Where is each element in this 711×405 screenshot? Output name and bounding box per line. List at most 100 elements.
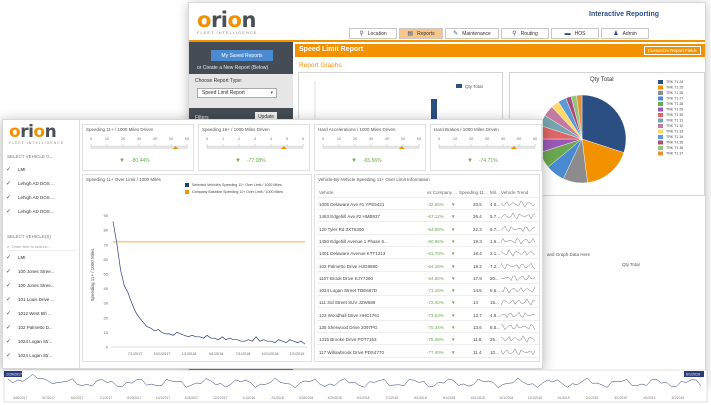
table-row[interactable]: 123 Woodhall Drive HHC1761 -73.53% ▼ 13.7 4.…: [317, 310, 539, 321]
vehicle-group-item[interactable]: ✓ Lehigh AD DOS ...: [6, 193, 76, 202]
vehicle-name: 1024 Logan Street TDE667D: [319, 288, 377, 294]
timeline-tick-label: 11/5/2017: [185, 396, 199, 400]
table-row[interactable]: 135 Sherwood Drive 2097PG -75.34% ▼ 13.6 8.5…: [317, 322, 539, 333]
checkmark-icon: ✓: [6, 339, 12, 345]
nav-maintenance[interactable]: ✎ Maintenance: [445, 28, 499, 39]
timeline-tick-label: 8/1/2018: [414, 396, 427, 400]
speeding-line-card: Speeding 11+ Over Limit / 1000 Miles 0 10…: [82, 174, 312, 362]
timeline-tick-label: 3/18/2018: [299, 396, 313, 400]
vs-company-pct: -71.15%: [427, 288, 444, 294]
miles-value: 25...: [490, 337, 499, 343]
kpi-value: -74.71%: [478, 158, 498, 164]
column-header[interactable]: Vehicle: [319, 190, 334, 195]
vehicle-group-item[interactable]: ✓ LMI: [6, 165, 76, 174]
nav-hos[interactable]: ▬ HOS: [551, 28, 599, 39]
kpi-tick-label: 10: [453, 137, 457, 141]
table-row[interactable]: 1005 Delaware Ave #1 YPE5421 -32.65% ▼ 33.5…: [317, 199, 539, 210]
pie-legend-swatch: [658, 124, 663, 128]
vehicle-item[interactable]: ✓ 1012 West 5th ...: [6, 309, 76, 318]
table-row[interactable]: 120 Tyler Rd 3XT6390 -54.88% ▼ 22.3 5.7...: [317, 224, 539, 235]
vehicle-trend-sparkline: [501, 348, 536, 355]
nav-routing[interactable]: ⚲ Routing: [501, 28, 549, 39]
vehicle-trend-sparkline: [501, 225, 536, 232]
kpi-tick-label: 50: [517, 137, 521, 141]
miles-value: 5.7...: [490, 226, 501, 232]
table-row[interactable]: 111 3rd Street SUV JZW689 -72.40% ▼ 14 15...: [317, 297, 539, 309]
kpi-tick-label: 3: [254, 137, 256, 141]
kpi-card: Hard Brakes / 1000 Miles Driven 0 10 20 30 40…: [430, 124, 542, 171]
kpi-card: Hard Accelerations / 1000 Miles Driven 0 1…: [314, 124, 426, 171]
vehicle-label: 1012 West 5th ...: [18, 311, 52, 316]
vehicle-trend-sparkline: [501, 311, 536, 318]
vehicle-group-item[interactable]: ✓ Lehigh AD DOS ...: [6, 179, 76, 188]
column-header[interactable]: Vehicle Trend: [501, 190, 528, 195]
kpi-gauge: 0 10 20 30 40 50 60: [90, 137, 189, 149]
column-header[interactable]: Mil...: [490, 190, 500, 195]
vs-company-pct: -54.88%: [427, 226, 444, 232]
y-axis-label: Speeding 11+ / 1000 Miles: [90, 248, 95, 302]
column-header[interactable]: Speeding 11...: [459, 190, 488, 195]
nav-location[interactable]: ⚲ Location: [349, 28, 397, 39]
kpi-tick-label: 40: [385, 137, 389, 141]
x-tick-label: 1/1/2019: [290, 352, 305, 356]
table-row[interactable]: 1107 Brook Drive KJY7260 -64.60% ▼ 17.9 20..…: [317, 273, 539, 284]
timeline-navigator[interactable]: 1/29/2017 6/1/2019 3/26/2017 5/7/2017 6/1/20…: [0, 369, 711, 405]
timeline-tick-label: 6/1/2018: [357, 396, 370, 400]
y-tick-label: 50: [104, 272, 109, 277]
kpi-tick-label: 50: [401, 137, 405, 141]
customize-fields-button[interactable]: Customize Report Fields: [643, 46, 701, 55]
x-tick-label: 10/1/2018: [262, 352, 279, 356]
saved-reports-button[interactable]: My Saved Reports: [211, 50, 273, 61]
vehicle-search-input[interactable]: ⌕ Enter text to search...: [7, 243, 76, 251]
table-row[interactable]: 1450 Edgehill Avenue 1 Phase 6... -60.96%…: [317, 236, 539, 247]
legend-swatch: [185, 183, 189, 187]
vehicle-item[interactable]: ✓ LMI: [6, 253, 76, 262]
legend-label: Company Baseline Speeding 11+ Over Limit…: [192, 190, 283, 194]
report-type-value: Speed Limit Report: [202, 90, 245, 96]
kpi-gauge: 0 10 20 30 40 50 60: [438, 137, 537, 149]
kpi-tick-label: 0: [90, 137, 92, 141]
table-card-title: Vehicle-By-Vehicle Speeding 11+ Over Lim…: [318, 177, 430, 182]
timeline-tick-label: 2/1/2018: [271, 396, 284, 400]
table-row[interactable]: 117 Willowbrook Drive PDS4770 -77.40% ▼ 11.…: [317, 347, 539, 358]
vehicle-item[interactable]: ✓ 100 Jones Stree...: [6, 267, 76, 276]
vehicle-item[interactable]: ✓ 1024 Logan Str...: [6, 351, 76, 360]
down-arrow-icon: ▼: [451, 312, 456, 318]
vehicle-label: 100 Jones Stree...: [18, 283, 55, 288]
bar-legend-label: Qty Total: [465, 84, 483, 89]
table-row[interactable]: 1024 Logan Street TDE667D -71.15% ▼ 14.5 5.5…: [317, 285, 539, 297]
selected-vehicle-series-line: [112, 221, 306, 345]
reports-icon: ▤: [407, 31, 414, 37]
nav-reports[interactable]: ▤ Reports: [399, 28, 443, 39]
vehicle-name: 111 3rd Street SUV JZW689: [319, 300, 376, 306]
table-row[interactable]: 1463 Edgehill Ave #2 HMB937 -67.12% ▼ 26.4 5…: [317, 211, 539, 223]
y-tick-label: 90: [104, 213, 109, 218]
report-type-select[interactable]: Speed Limit Report ▾: [197, 88, 277, 98]
table-row[interactable]: 1315 Brooke Drive PDT7163 -76.68% ▼ 11.8 25.…: [317, 334, 539, 346]
vehicle-group-item[interactable]: ✓ Lehigh AD DOS ...: [6, 207, 76, 216]
vehicle-item[interactable]: ✓ 102 Palmetto D...: [6, 323, 76, 332]
table-row[interactable]: 102 Palmetto Drive HJG9880 -64.16% ▼ 18.2 7.…: [317, 261, 539, 272]
timeline-tick-label: 5/1/2019: [672, 396, 685, 400]
checkmark-icon: ✓: [6, 325, 12, 331]
timeline-tick-label: 12/1/2018: [528, 396, 542, 400]
page-title: Speed Limit Report: [299, 46, 364, 53]
down-arrow-icon: ▼: [451, 226, 456, 232]
table-row[interactable]: 1401 Delaware Avenue KTT1213 -61.78% ▼ 18.4…: [317, 248, 539, 260]
location-pin-icon: ⚲: [359, 31, 364, 37]
vehicle-name: 1315 Brooke Drive PDT7163: [319, 337, 377, 343]
vehicle-sidebar: orion FLEET INTELLIGENCE SELECT VEHICLE …: [3, 120, 80, 368]
vehicle-item[interactable]: ✓ 101 Louis Drive ...: [6, 295, 76, 304]
legend-swatch: [185, 190, 189, 194]
speeding-value: 14.5: [473, 288, 482, 294]
miles-value: 5.7...: [490, 214, 501, 220]
vehicle-item[interactable]: ✓ 1024 Logan Str...: [6, 337, 76, 346]
kpi-value: -80.44%: [130, 158, 150, 164]
vs-company-pct: -77.40%: [427, 349, 444, 355]
nav-admin[interactable]: ♟ Admin: [601, 28, 649, 39]
vehicle-item[interactable]: ✓ 100 Jones Stree...: [6, 281, 76, 290]
speeding-value: 26.4: [473, 214, 482, 220]
column-header[interactable]: vs Company ...: [427, 190, 457, 195]
kpi-tick-label: 2: [238, 137, 240, 141]
pie-legend-label: TRK T1 30: [666, 113, 683, 117]
